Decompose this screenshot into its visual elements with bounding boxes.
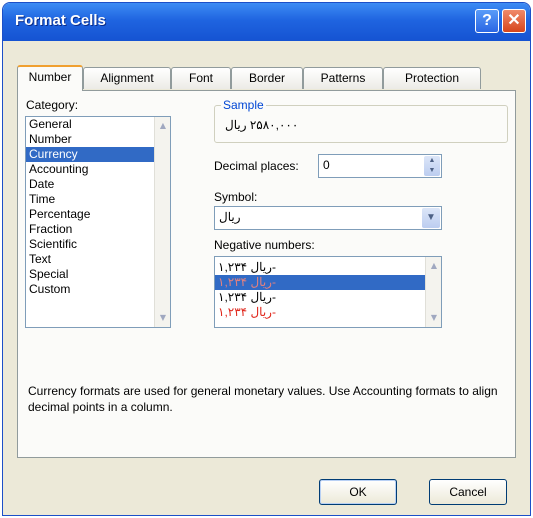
- symbol-label: Symbol:: [214, 190, 258, 204]
- tab-protection[interactable]: Protection: [383, 67, 481, 89]
- negative-numbers-list[interactable]: ۱,۲۳۴ ریال- ۱,۲۳۴ ریال- ۱,۲۳۴ ریال- ۱,۲۳…: [214, 256, 442, 328]
- category-item-general[interactable]: General: [26, 117, 170, 132]
- cancel-button[interactable]: Cancel: [429, 479, 507, 505]
- tab-number[interactable]: Number: [17, 65, 83, 91]
- title-bar[interactable]: Format Cells ? ✕: [3, 3, 530, 41]
- sample-value: ۲۵۸۰,۰۰۰ ریال: [225, 118, 299, 132]
- scroll-down-icon[interactable]: ▼: [156, 311, 170, 325]
- negative-item-1[interactable]: ۱,۲۳۴ ریال-: [215, 260, 441, 275]
- negative-item-2[interactable]: ۱,۲۳۴ ریال-: [215, 275, 425, 290]
- scroll-up-icon[interactable]: ▲: [427, 259, 441, 273]
- negative-numbers-label: Negative numbers:: [214, 238, 315, 252]
- category-item-currency[interactable]: Currency: [26, 147, 154, 162]
- category-item-time[interactable]: Time: [26, 192, 170, 207]
- category-item-fraction[interactable]: Fraction: [26, 222, 170, 237]
- close-button[interactable]: ✕: [502, 9, 526, 33]
- dialog-title: Format Cells: [15, 12, 106, 29]
- category-list[interactable]: General Number Currency Accounting Date …: [25, 116, 171, 328]
- scroll-up-icon[interactable]: ▲: [156, 119, 170, 133]
- category-label: Category:: [26, 98, 79, 112]
- category-item-number[interactable]: Number: [26, 132, 170, 147]
- format-cells-dialog: Format Cells ? ✕ Number Alignment Font B…: [2, 2, 531, 516]
- chevron-down-icon[interactable]: ▼: [422, 208, 440, 228]
- spin-arrows-icon[interactable]: ▲ ▼: [424, 156, 440, 176]
- ok-button[interactable]: OK: [319, 479, 397, 505]
- help-button[interactable]: ?: [475, 9, 499, 33]
- category-item-accounting[interactable]: Accounting: [26, 162, 170, 177]
- decimal-places-value: 0: [323, 158, 330, 172]
- category-item-percentage[interactable]: Percentage: [26, 207, 170, 222]
- number-tab-panel: Category: General Number Currency Accoun…: [17, 90, 516, 458]
- scroll-down-icon[interactable]: ▼: [427, 311, 441, 325]
- category-item-text[interactable]: Text: [26, 252, 170, 267]
- symbol-dropdown[interactable]: ریال ▼: [214, 206, 442, 230]
- category-scrollbar[interactable]: ▲ ▼: [154, 117, 170, 327]
- negative-scrollbar[interactable]: ▲ ▼: [425, 257, 441, 327]
- category-item-custom[interactable]: Custom: [26, 282, 170, 297]
- negative-item-4[interactable]: ۱,۲۳۴ ریال-: [215, 305, 441, 320]
- category-item-scientific[interactable]: Scientific: [26, 237, 170, 252]
- format-description: Currency formats are used for general mo…: [28, 384, 498, 414]
- category-item-date[interactable]: Date: [26, 177, 170, 192]
- negative-item-3[interactable]: ۱,۲۳۴ ریال-: [215, 290, 441, 305]
- sample-group: Sample ۲۵۸۰,۰۰۰ ریال: [214, 98, 508, 143]
- sample-label: Sample: [221, 98, 266, 112]
- category-item-special[interactable]: Special: [26, 267, 170, 282]
- tab-alignment[interactable]: Alignment: [83, 67, 171, 89]
- symbol-value: ریال: [219, 210, 241, 224]
- tab-patterns[interactable]: Patterns: [303, 67, 383, 89]
- tab-font[interactable]: Font: [171, 67, 231, 89]
- tab-border[interactable]: Border: [231, 67, 303, 89]
- decimal-places-stepper[interactable]: 0 ▲ ▼: [318, 154, 442, 178]
- decimal-places-label: Decimal places:: [214, 159, 299, 173]
